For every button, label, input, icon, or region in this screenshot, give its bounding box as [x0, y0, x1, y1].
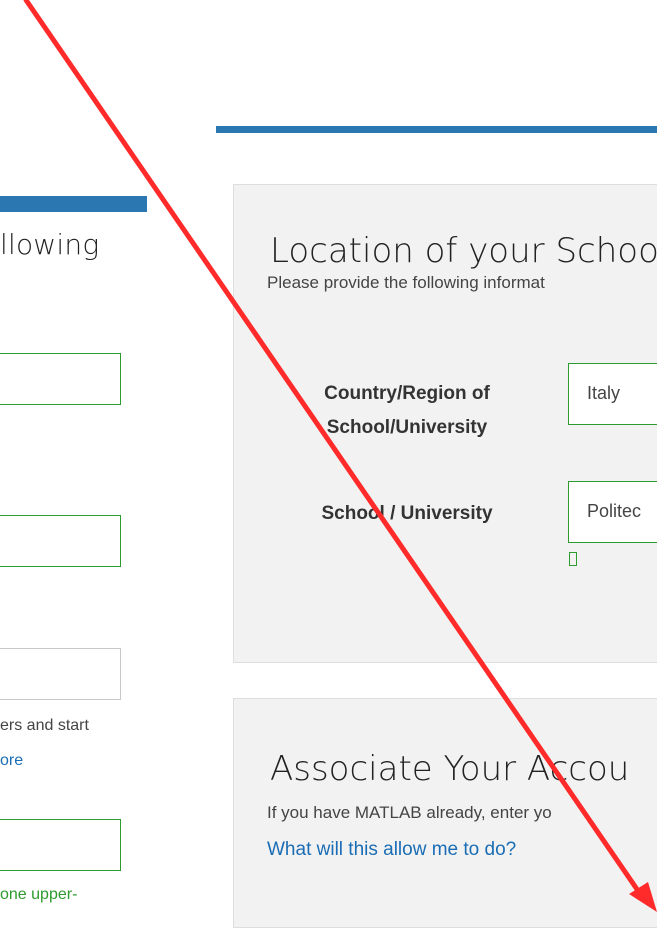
left-panel-accent-bar — [0, 196, 147, 212]
confirm-password-input[interactable] — [0, 820, 124, 872]
left-form-input-1[interactable] — [0, 354, 124, 406]
school-location-card: Location of your Schoo Please provide th… — [233, 184, 657, 663]
left-form-field-1[interactable] — [0, 353, 124, 406]
school-university-label: School / University — [321, 503, 493, 524]
password-requirements-link[interactable]: ore — [0, 752, 23, 770]
page-accent-bar — [216, 126, 657, 133]
left-panel-heading: llowing — [0, 228, 100, 261]
checkmark-icon — [569, 552, 577, 566]
country-region-label: Country/Region of School/University — [324, 383, 490, 438]
left-form-input-2[interactable] — [0, 516, 124, 568]
password-requirements-text: ers and start — [0, 717, 89, 734]
country-region-value: Italy — [587, 383, 621, 403]
associate-account-title: Associate Your Accou — [270, 749, 630, 789]
what-will-this-allow-link[interactable]: What will this allow me to do? — [267, 839, 516, 861]
password-field[interactable] — [0, 648, 124, 701]
password-validation-message: one upper- — [0, 886, 78, 903]
associate-account-card: Associate Your Accou If you have MATLAB … — [233, 698, 657, 928]
country-region-select[interactable]: Italy — [568, 363, 657, 425]
confirm-password-field[interactable] — [0, 819, 124, 872]
school-location-subtitle: Please provide the following informat — [267, 273, 545, 292]
school-university-value: Politec — [587, 501, 642, 521]
associate-account-subtitle: If you have MATLAB already, enter yo — [267, 803, 552, 822]
password-input[interactable] — [0, 649, 124, 701]
school-university-input[interactable]: Politec — [568, 481, 657, 543]
school-location-title: Location of your Schoo — [270, 231, 657, 271]
left-form-field-2[interactable] — [0, 515, 124, 568]
